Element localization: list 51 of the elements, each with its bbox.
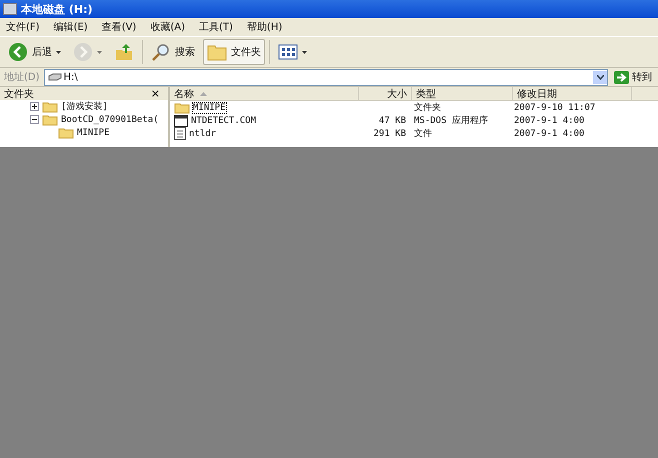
folder-up-icon bbox=[114, 42, 134, 62]
table-cell: 2007-9-1 4:00 bbox=[514, 128, 584, 138]
file-name[interactable]: ntldr bbox=[189, 128, 216, 138]
column-header[interactable]: 大小 bbox=[359, 87, 412, 100]
file-name[interactable]: MINIPE bbox=[193, 102, 226, 112]
table-cell-text: 文件夹 bbox=[414, 102, 441, 114]
search-button[interactable]: 搜索 bbox=[147, 39, 199, 65]
caret-icon bbox=[56, 50, 61, 54]
drive-icon bbox=[48, 73, 62, 81]
pane-title: 文件夹 bbox=[4, 88, 34, 100]
collapse-toggle-icon[interactable] bbox=[30, 115, 39, 124]
table-cell: 291 KB bbox=[373, 128, 406, 138]
tree-item[interactable]: MINIPE bbox=[77, 128, 110, 138]
table-cell: 2007-9-1 4:00 bbox=[514, 116, 584, 126]
go-button[interactable]: 转到 bbox=[612, 70, 654, 84]
column-header[interactable]: 名称 bbox=[170, 87, 359, 100]
expand-toggle-icon[interactable] bbox=[30, 102, 39, 111]
search-icon bbox=[151, 42, 171, 62]
file-name[interactable]: NTDETECT.COM bbox=[191, 116, 256, 126]
column-header[interactable]: 修改日期 bbox=[513, 87, 632, 100]
folder-icon bbox=[42, 114, 58, 126]
window-title: 本地磁盘 (H:) bbox=[21, 2, 92, 16]
table-cell-text: 文件 bbox=[414, 128, 432, 140]
menu-item[interactable]: 编辑(E) bbox=[54, 20, 88, 34]
folders-button[interactable]: 文件夹 bbox=[203, 39, 265, 65]
back-button[interactable]: 后退 bbox=[4, 39, 65, 65]
caret-icon bbox=[596, 74, 604, 80]
table-cell: 2007-9-10 11:07 bbox=[514, 102, 596, 112]
tree-item[interactable]: BootCD_070901Beta( bbox=[61, 114, 159, 124]
folder-icon bbox=[58, 126, 74, 138]
menu-item[interactable]: 帮助(H) bbox=[246, 20, 282, 34]
address-label: 地址(D) bbox=[4, 70, 40, 84]
close-button[interactable]: × bbox=[146, 87, 164, 100]
drive-icon bbox=[3, 3, 17, 15]
folder-icon bbox=[207, 43, 227, 61]
table-cell-text: MS-DOS 应用程序 bbox=[414, 114, 488, 127]
file-icon bbox=[174, 127, 186, 140]
caret-icon bbox=[302, 50, 307, 54]
table-cell: 47 KB bbox=[378, 116, 406, 126]
caret-icon bbox=[97, 50, 102, 54]
tree-item[interactable]: [游戏安装] bbox=[61, 100, 108, 113]
program-icon bbox=[174, 114, 188, 126]
menu-item[interactable]: 收藏(A) bbox=[150, 20, 185, 34]
menu-item[interactable]: 查看(V) bbox=[102, 20, 136, 34]
go-arrow-icon bbox=[614, 70, 629, 84]
view-grid-icon bbox=[278, 44, 298, 60]
column-header[interactable]: 类型 bbox=[412, 87, 513, 100]
menu-item[interactable]: 工具(T) bbox=[199, 20, 233, 34]
menu-item[interactable]: 文件(F) bbox=[6, 20, 40, 34]
dropdown-button[interactable] bbox=[593, 70, 607, 84]
address-field[interactable]: H:\ bbox=[44, 68, 608, 86]
